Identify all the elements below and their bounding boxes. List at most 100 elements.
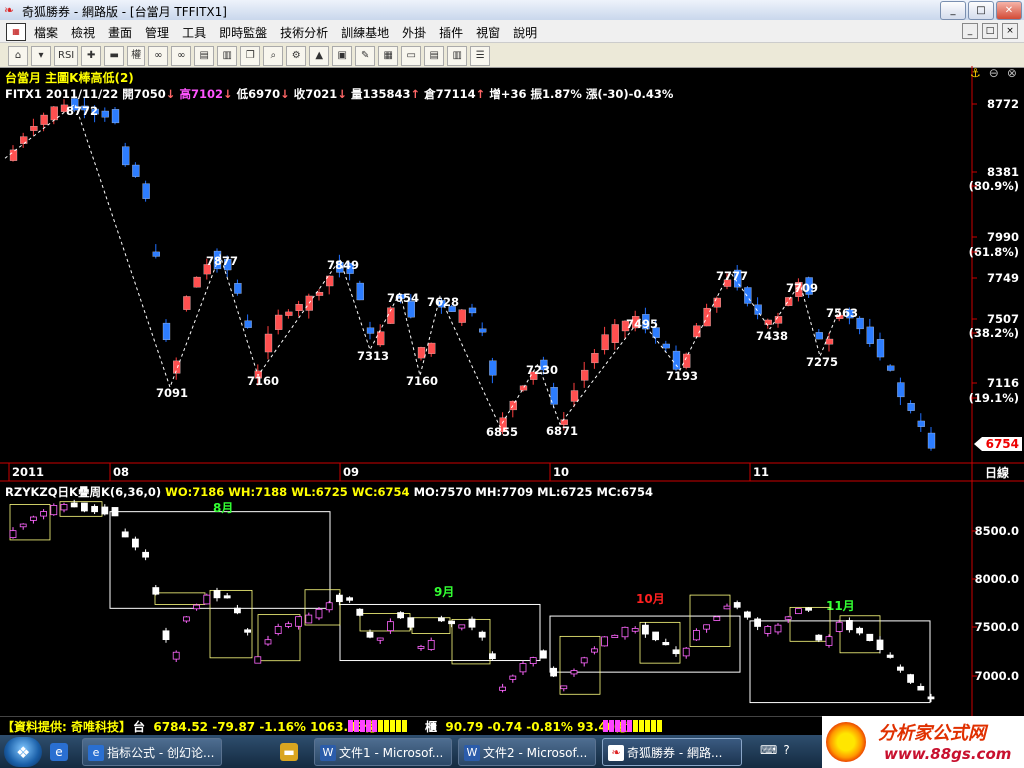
sub-candle-body	[172, 651, 180, 660]
sub-candle-body	[427, 639, 435, 650]
sub-candle-body	[448, 620, 456, 625]
daily-candle-body	[132, 164, 140, 177]
menu-item-10[interactable]: 視窗	[476, 24, 500, 41]
help-icon[interactable]: ?	[783, 743, 789, 757]
book-icon[interactable]: ▥	[217, 46, 238, 66]
main-chart-area[interactable]: 8772 7091 7877 7160 7849 7313 7654 7160 7628 6855…	[0, 66, 1024, 716]
list-icon[interactable]: ☰	[470, 46, 491, 66]
time-axis-label: 08	[113, 465, 129, 479]
quote-line: FITX1 2011/11/22 開7050↓ 高7102↓ 低6970↓ 收7…	[5, 87, 674, 101]
menu-item-6[interactable]: 技術分析	[280, 24, 328, 41]
pivot-label: 7709	[786, 281, 818, 295]
index-otc: 櫃 90.79 -0.74 -0.81% 93.40億	[425, 720, 628, 734]
copy-icon[interactable]: ❐	[240, 46, 261, 66]
quote-low: 低6970	[236, 87, 281, 101]
pivot-label: 8772	[66, 104, 98, 118]
windows-logo-icon: ❖	[16, 743, 31, 762]
sub-candle-body	[70, 502, 78, 508]
start-button[interactable]: ❖	[4, 737, 42, 767]
mdi-close-button[interactable]: ×	[1002, 23, 1018, 39]
menu-item-9[interactable]: 插件	[439, 24, 463, 41]
layout-icon[interactable]: ▥	[447, 46, 468, 66]
table-icon[interactable]: ▦	[378, 46, 399, 66]
glasses-icon[interactable]: ∞	[148, 46, 169, 66]
menu-item-7[interactable]: 訓練基地	[341, 24, 389, 41]
home-icon[interactable]: ⌂	[8, 46, 28, 66]
close-button[interactable]: ✕	[996, 1, 1022, 20]
alert-icon[interactable]: ▲	[309, 46, 330, 66]
sub-candle-body	[876, 639, 884, 651]
sub-candle-body	[244, 629, 252, 633]
keyboard-icon[interactable]: ⌨	[760, 743, 777, 757]
sub-candle-body	[213, 590, 221, 599]
daily-candle-body	[519, 385, 528, 391]
menu-item-1[interactable]: 檢視	[71, 24, 95, 41]
sub-candle-body	[182, 616, 190, 622]
menu-item-8[interactable]: 外掛	[402, 24, 426, 41]
mdi-restore-button[interactable]: □	[982, 23, 998, 39]
daily-candle-body	[581, 369, 589, 381]
dropdown-icon[interactable]: ▾	[31, 46, 51, 66]
daily-candle-body	[458, 309, 466, 323]
sub-candle-body	[774, 624, 782, 633]
sub-candle-body	[325, 602, 333, 611]
tile-icon[interactable]: ▤	[424, 46, 445, 66]
find-icon[interactable]: ⌕	[263, 46, 284, 66]
menu-item-11[interactable]: 說明	[513, 24, 537, 41]
menu-item-5[interactable]: 即時監盤	[219, 24, 267, 41]
calc-icon[interactable]: ▤	[194, 46, 215, 66]
word-icon: W	[464, 745, 480, 761]
wo-value: WO:7186	[165, 485, 225, 499]
daily-candle-body	[509, 400, 517, 411]
daily-candle-body	[570, 390, 579, 402]
pivot-label: 7628	[427, 295, 459, 309]
chart-type-icon[interactable]: 權	[127, 46, 146, 66]
sub-candle-body	[897, 666, 904, 671]
wh-value: WH:7188	[228, 485, 288, 499]
minimize-button[interactable]: _	[940, 1, 966, 20]
daily-candle-body	[40, 114, 48, 125]
mdi-minimize-button[interactable]: _	[962, 23, 978, 39]
sub-candle-body	[193, 604, 201, 610]
sub-axis-label: 8000.0	[975, 572, 1019, 586]
sub-candle-body	[713, 616, 721, 621]
daily-candle-body	[173, 360, 181, 374]
daily-candle-body	[601, 334, 609, 351]
anchor-icon[interactable]: ⚓	[970, 66, 981, 80]
last-price-label: 6754	[986, 437, 1019, 451]
task-word-doc1[interactable]: W 文件1 - Microsof...	[314, 738, 452, 766]
sub-axis-label: 7500.0	[975, 620, 1019, 634]
sub-candle-body	[295, 616, 303, 627]
task-indicator-formula[interactable]: e 指标公式 - 创幻论...	[82, 738, 222, 766]
quicklaunch-folder-icon[interactable]: ▬	[280, 743, 298, 761]
period-label: 日線	[985, 465, 1009, 480]
maximize-button[interactable]: □	[968, 1, 994, 20]
lock-icon[interactable]: ▣	[332, 46, 353, 66]
daily-candle-body	[917, 420, 925, 427]
menu-item-4[interactable]: 工具	[182, 24, 206, 41]
quicklaunch-ie-icon[interactable]: e	[50, 743, 68, 761]
task-qihu-app[interactable]: ❧ 奇狐勝券 - 網路...	[602, 738, 742, 766]
price-axis-label: 7990	[987, 230, 1019, 244]
window-icon[interactable]: ▭	[401, 46, 422, 66]
panel-minimize-icon[interactable]: ⊖	[989, 66, 999, 80]
rsi-icon[interactable]: RSI	[54, 46, 79, 66]
pen-icon[interactable]: ✎	[355, 46, 376, 66]
quote-open: 開7050	[122, 87, 166, 101]
sub-candle-body	[591, 648, 598, 653]
menu-item-3[interactable]: 管理	[145, 24, 169, 41]
glasses2-icon[interactable]: ∞	[171, 46, 192, 66]
task-word-doc2[interactable]: W 文件2 - Microsof...	[458, 738, 596, 766]
quote-change: 漲(-30)-0.43%	[585, 87, 674, 101]
sub-candle-body	[81, 502, 88, 512]
remove-icon[interactable]: ▬	[104, 46, 125, 66]
add-icon[interactable]: ✚	[81, 46, 102, 66]
sub-candle-body	[927, 696, 935, 700]
app-logo-icon: ❧	[4, 3, 15, 17]
menu-item-2[interactable]: 畫面	[108, 24, 132, 41]
document-icon[interactable]: ▦	[6, 23, 26, 41]
gear-icon[interactable]: ⚙	[286, 46, 307, 66]
sub-candle-body	[907, 674, 914, 683]
panel-close-icon[interactable]: ⊗	[1007, 66, 1017, 80]
menu-item-0[interactable]: 檔案	[34, 24, 58, 41]
